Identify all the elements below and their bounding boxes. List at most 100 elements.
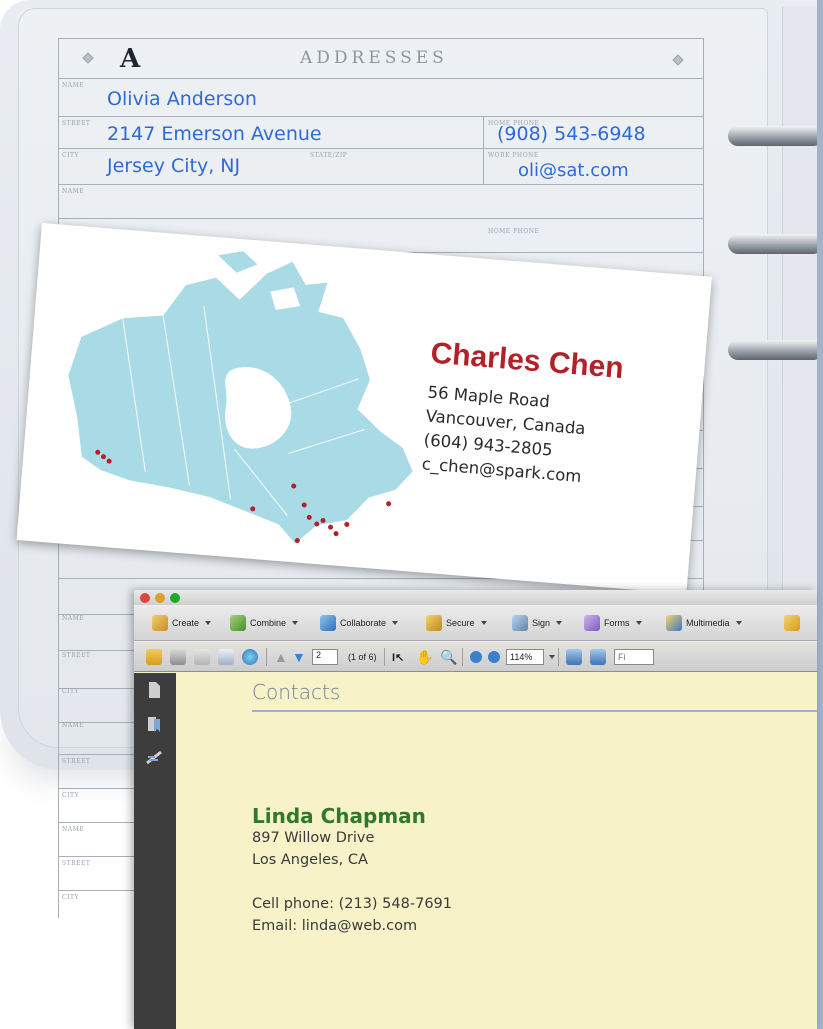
contact-cell-phone: Cell phone: (213) 548-7691 [252, 896, 452, 912]
chevron-down-icon [556, 621, 563, 625]
zoom-window-button[interactable] [170, 593, 180, 603]
select-tool-icon[interactable]: I↖ [392, 647, 404, 667]
navigation-toolbar: ▲ ▼ 2 (1 of 6) I↖ ✋ 🔍 114% Fi [134, 642, 817, 672]
entry-name: Olivia Anderson [107, 88, 257, 110]
label-name-3: NAME [62, 615, 85, 622]
label-street-4: STREET [62, 758, 91, 765]
label-work-phone: WORK PHONE [488, 152, 539, 159]
folder-icon [146, 649, 162, 665]
multimedia-icon [666, 615, 682, 631]
marquee-zoom-icon[interactable]: 🔍 [440, 647, 457, 667]
find-field[interactable]: Fi [614, 647, 654, 667]
entry-city: Jersey City, NJ [107, 155, 241, 177]
zoom-level-select[interactable]: 114% [506, 647, 555, 667]
chevron-down-icon [735, 621, 742, 625]
label-city-4: CITY [62, 792, 79, 799]
combine-button[interactable]: Combine [230, 614, 299, 632]
globe-icon [242, 649, 258, 665]
card-street: 56 Maple Road [426, 382, 551, 412]
full-screen-icon [590, 649, 606, 665]
form-icon [584, 615, 600, 631]
pdf-viewer-window: Create Combine Collaborate Secure Sign F… [134, 590, 817, 1029]
create-icon [152, 615, 168, 631]
sign-button[interactable]: Sign [512, 614, 563, 632]
collaborate-icon [320, 615, 336, 631]
chevron-down-icon [292, 621, 299, 625]
window-titlebar [134, 590, 817, 605]
zoom-in-button[interactable] [488, 647, 500, 667]
arrow-up-icon: ▲ [274, 649, 288, 665]
create-button[interactable]: Create [152, 614, 212, 632]
page-number-input[interactable]: 2 [312, 649, 338, 665]
disk-icon [194, 649, 210, 665]
label-street-5: STREET [62, 860, 91, 867]
page-number-field[interactable]: 2 [312, 647, 338, 667]
chevron-down-icon [635, 621, 642, 625]
secure-button[interactable]: Secure [426, 614, 487, 632]
comment-button[interactable] [784, 614, 800, 632]
card-email: c_chen@spark.com [421, 454, 583, 487]
zoom-out-icon [470, 651, 482, 663]
fit-width-icon [566, 649, 582, 665]
multimedia-label: Multimedia [686, 618, 730, 628]
open-button[interactable] [146, 647, 162, 667]
hand-tool-icon[interactable]: ✋ [416, 647, 433, 667]
pages-icon[interactable] [146, 681, 162, 699]
entry-email: oli@sat.com [518, 160, 629, 181]
page-edge-strip [817, 0, 823, 1029]
multimedia-button[interactable]: Multimedia [666, 614, 742, 632]
arrow-down-icon: ▼ [292, 649, 306, 665]
label-name-2: NAME [62, 188, 85, 195]
toolbar-divider [558, 648, 559, 666]
sign-label: Sign [532, 618, 551, 628]
document-title: Contacts [252, 680, 341, 704]
contact-city: Los Angeles, CA [252, 852, 368, 868]
lock-icon [426, 615, 442, 631]
pen-icon [512, 615, 528, 631]
find-input[interactable]: Fi [614, 649, 654, 665]
collaborate-button[interactable]: Collaborate [320, 614, 399, 632]
forms-label: Forms [604, 618, 630, 628]
label-name-5: NAME [62, 826, 85, 833]
full-screen-button[interactable] [590, 647, 606, 667]
email-button[interactable] [218, 647, 234, 667]
zoom-out-button[interactable] [470, 647, 482, 667]
save-button[interactable] [194, 647, 210, 667]
contact-email: Email: linda@web.com [252, 918, 418, 934]
label-city-5: CITY [62, 894, 79, 901]
label-home-phone-2: HOME PHONE [488, 228, 540, 235]
page-heading: ADDRESSES [300, 48, 448, 68]
collaborate-label: Collaborate [340, 618, 387, 628]
label-street-3: STREET [62, 652, 91, 659]
title-divider [252, 710, 817, 712]
signatures-icon[interactable] [146, 749, 162, 767]
combine-icon [230, 615, 246, 631]
forms-button[interactable]: Forms [584, 614, 642, 632]
comment-icon [784, 615, 800, 631]
label-state-zip: STATE/ZIP [310, 152, 348, 159]
contact-name: Linda Chapman [252, 804, 426, 828]
label-city-3: CITY [62, 688, 79, 695]
print-button[interactable] [170, 647, 186, 667]
minimize-window-button[interactable] [155, 593, 165, 603]
close-window-button[interactable] [140, 593, 150, 603]
envelope-icon [218, 649, 234, 665]
label-name-4: NAME [62, 722, 85, 729]
chevron-down-icon [205, 621, 212, 625]
canada-map-icon [67, 251, 414, 546]
toolbar-divider [266, 648, 267, 666]
entry-phone: (908) 543-6948 [497, 123, 646, 145]
previous-page-button[interactable]: ▲ [274, 647, 288, 667]
contact-street: 897 Willow Drive [252, 830, 375, 846]
next-page-button[interactable]: ▼ [292, 647, 306, 667]
tasks-toolbar: Create Combine Collaborate Secure Sign F… [134, 605, 817, 641]
label-street: STREET [62, 120, 91, 127]
web-button[interactable] [242, 647, 258, 667]
bookmarks-icon[interactable] [146, 715, 162, 733]
chevron-down-icon [392, 621, 399, 625]
fit-width-button[interactable] [566, 647, 582, 667]
toolbar-divider [462, 648, 463, 666]
create-label: Create [172, 618, 200, 628]
page-count: (1 of 6) [348, 652, 377, 662]
chevron-down-icon [549, 655, 555, 659]
